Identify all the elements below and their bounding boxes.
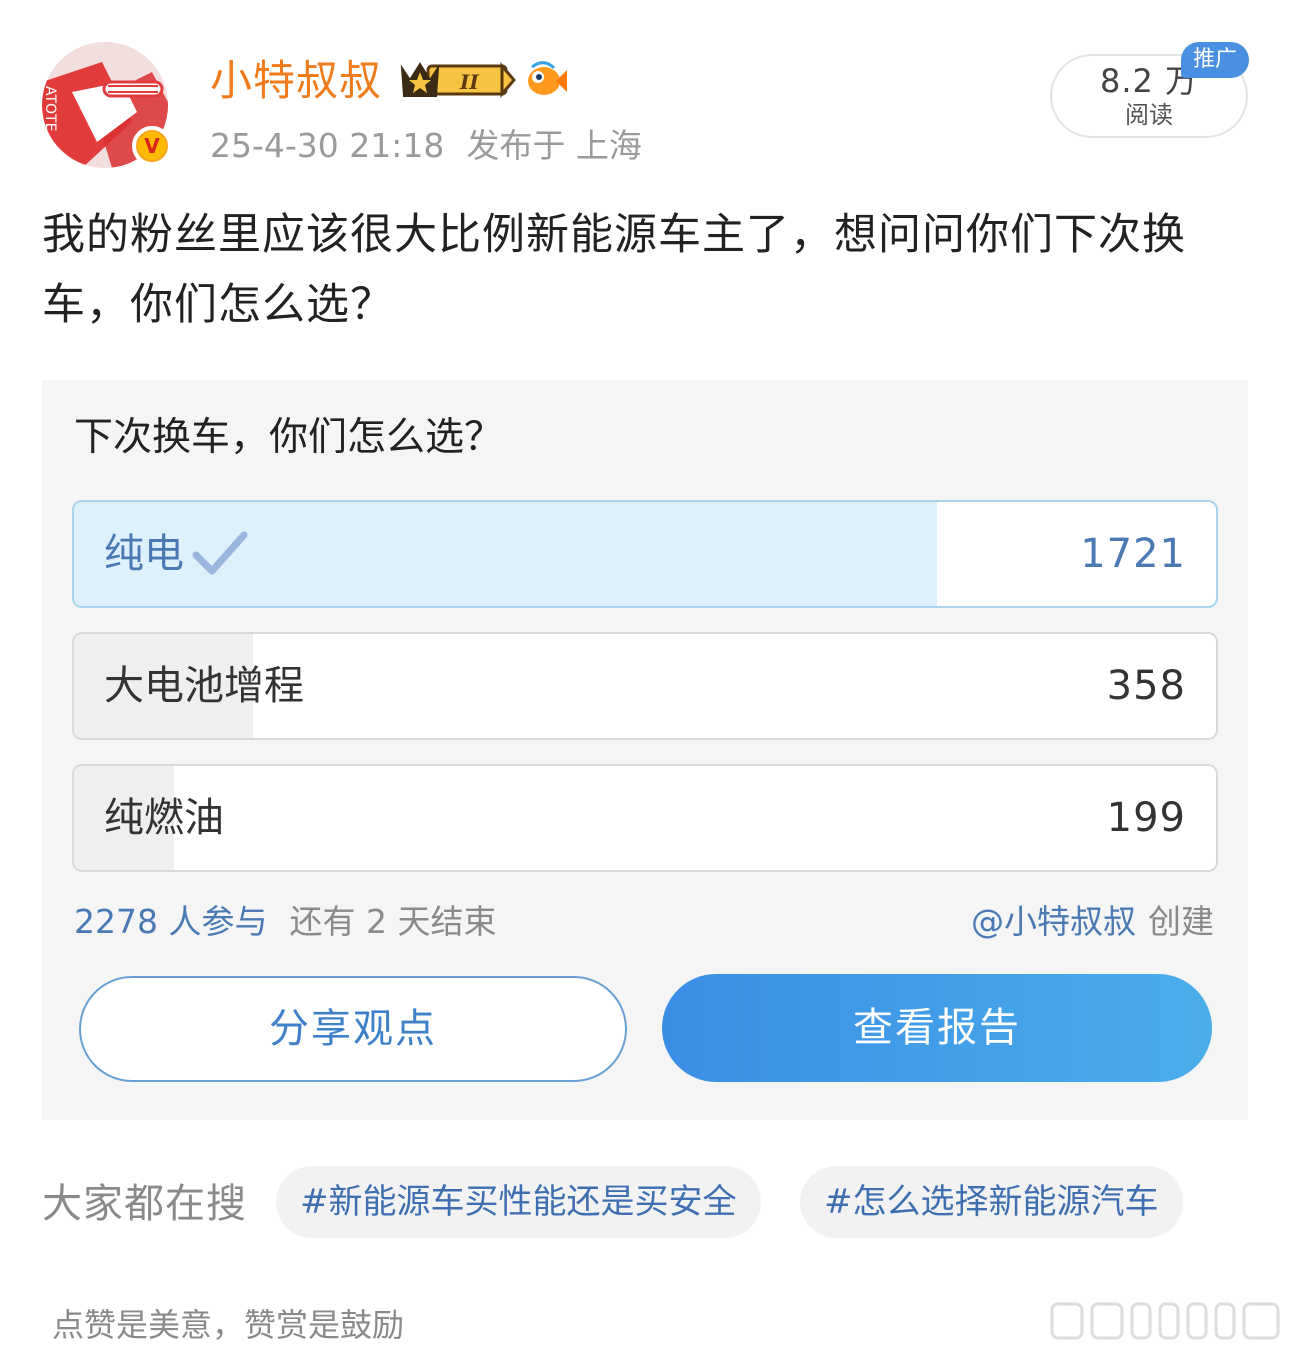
poll-stats: 2278 人参与 还有 2 天结束 [74, 900, 496, 944]
verified-badge-icon: V [132, 126, 172, 166]
post-time: 25-4-30 21:18 [210, 126, 445, 165]
poll-creator-link[interactable]: @小特叔叔 [971, 902, 1136, 941]
user-name[interactable]: 小特叔叔 [210, 52, 382, 110]
view-report-button[interactable]: 查看报告 [662, 974, 1212, 1082]
watermark-logo-icon [1050, 1302, 1280, 1340]
crown-level-badge-icon[interactable]: II [398, 58, 516, 102]
post-location: 发布于 上海 [466, 126, 642, 165]
fish-badge-icon[interactable] [524, 58, 568, 102]
poll-option-label: 纯燃油 [104, 795, 224, 841]
topic-chip[interactable]: #怎么选择新能源汽车 [800, 1166, 1183, 1238]
poll-option-label-wrap: 纯电 [104, 502, 248, 606]
check-icon [192, 531, 248, 575]
read-label: 阅读 [1125, 101, 1173, 129]
poll-option-1[interactable]: 纯电 1721 [72, 500, 1218, 608]
poll-option-count: 199 [1106, 795, 1186, 841]
poll-option-label: 纯电 [104, 531, 184, 577]
trending-search-label: 大家都在搜 [42, 1181, 247, 1227]
poll-option-2[interactable]: 大电池增程 358 [72, 632, 1218, 740]
poll-creator-suffix: 创建 [1148, 902, 1214, 941]
avatar-text: ATOTE [42, 86, 58, 131]
reward-text: 点赞是美意，赞赏是鼓励 [52, 1306, 405, 1344]
post-meta: 25-4-30 21:18 发布于 上海 [210, 124, 642, 168]
promo-tag: 推广 [1181, 42, 1249, 78]
poll-participants: 2278 人参与 [74, 902, 268, 941]
post-text: 我的粉丝里应该很大比例新能源车主了，想问问你们下次换车，你们怎么选？ [42, 210, 1186, 330]
poll-card: 下次换车，你们怎么选？ 纯电 1721 大电池增程 358 纯燃油 199 22… [42, 380, 1248, 1120]
poll-option-label: 大电池增程 [104, 663, 304, 709]
poll-creator: @小特叔叔 创建 [971, 900, 1214, 944]
avatar[interactable]: ATOTE V [42, 42, 172, 168]
share-opinion-button[interactable]: 分享观点 [79, 976, 627, 1082]
svg-text:II: II [459, 70, 479, 94]
poll-option-3[interactable]: 纯燃油 199 [72, 764, 1218, 872]
poll-option-count: 358 [1106, 663, 1186, 709]
poll-option-count: 1721 [1080, 531, 1186, 577]
topic-chip[interactable]: #新能源车买性能还是买安全 [276, 1166, 761, 1238]
poll-remaining: 还有 2 天结束 [289, 902, 497, 941]
poll-title: 下次换车，你们怎么选？ [74, 415, 504, 460]
